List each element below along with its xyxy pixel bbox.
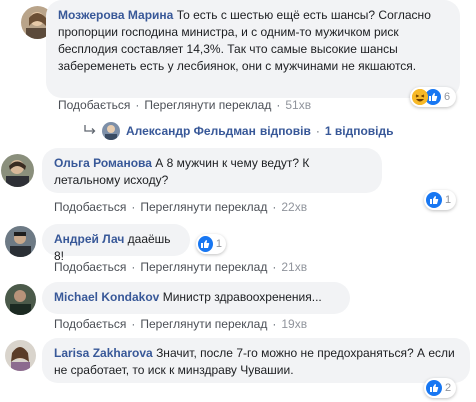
translate-link[interactable]: Переглянути переклад xyxy=(140,260,267,274)
comment-actions: Подобається · Переглянути переклад · 21хв xyxy=(54,260,308,274)
comment-actions: Подобається · Переглянути переклад · 19хв xyxy=(54,317,308,331)
avatar[interactable] xyxy=(5,226,36,257)
comment-bubble: Ольга Романова А 8 мужчин к чему ведут? … xyxy=(42,148,382,193)
reply-author[interactable]: Александр Фельдман xyxy=(126,124,256,138)
comment-author[interactable]: Michael Kondakov xyxy=(54,290,159,304)
translate-link[interactable]: Переглянути переклад xyxy=(144,98,271,112)
translate-link[interactable]: Переглянути переклад xyxy=(140,317,267,331)
avatar[interactable] xyxy=(1,154,34,187)
comment-bubble: Larisa Zakharova Значит, после 7-го можн… xyxy=(42,338,470,383)
comment-time[interactable]: 21хв xyxy=(281,260,307,274)
reply-summary[interactable]: Александр Фельдман відповів · 1 відповід… xyxy=(84,120,393,142)
comment-bubble: Андрей Лач дааёшь 8! xyxy=(42,224,190,263)
reaction-count: 2 xyxy=(445,382,452,394)
reply-count[interactable]: 1 відповідь xyxy=(325,124,394,138)
translate-link[interactable]: Переглянути переклад xyxy=(140,200,267,214)
reply-avatar xyxy=(102,122,120,140)
reaction-summary[interactable]: 1 xyxy=(424,190,456,210)
comment-time[interactable]: 51хв xyxy=(285,98,311,112)
like-link[interactable]: Подобається xyxy=(54,317,126,331)
comment-time[interactable]: 19хв xyxy=(281,317,307,331)
haha-icon xyxy=(412,89,428,105)
like-icon xyxy=(426,192,442,208)
reaction-count: 1 xyxy=(215,238,222,250)
comment-author[interactable]: Ольга Романова xyxy=(54,156,152,170)
reaction-summary[interactable]: 2 xyxy=(424,378,456,398)
comment-author[interactable]: Мозжерова Марина xyxy=(58,8,173,22)
like-link[interactable]: Подобається xyxy=(58,98,130,112)
comment-author[interactable]: Larisa Zakharova xyxy=(54,346,153,360)
like-icon xyxy=(426,380,442,396)
comment-bubble: Мозжерова Марина То есть с шестью ещё ес… xyxy=(46,0,460,98)
like-icon xyxy=(198,236,213,252)
reply-arrow-icon xyxy=(84,124,96,139)
comment-time[interactable]: 22хв xyxy=(281,200,307,214)
comment-text: Министр здравоохренения... xyxy=(162,290,322,304)
avatar[interactable] xyxy=(5,284,36,315)
reaction-summary[interactable]: 1 xyxy=(196,234,226,254)
reaction-count: 6 xyxy=(444,91,451,103)
comment-bubble: Michael Kondakov Министр здравоохренения… xyxy=(42,282,350,314)
reaction-count: 1 xyxy=(445,194,452,206)
comment-actions: Подобається · Переглянути переклад · 51хв xyxy=(58,98,312,112)
comment-actions: Подобається · Переглянути переклад · 22хв xyxy=(54,200,308,214)
like-link[interactable]: Подобається xyxy=(54,260,126,274)
reaction-summary[interactable]: 6 xyxy=(410,87,456,107)
like-link[interactable]: Подобається xyxy=(54,200,126,214)
comment-author[interactable]: Андрей Лач xyxy=(54,232,124,246)
reply-verb: відповів xyxy=(259,124,311,138)
avatar[interactable] xyxy=(5,340,36,371)
